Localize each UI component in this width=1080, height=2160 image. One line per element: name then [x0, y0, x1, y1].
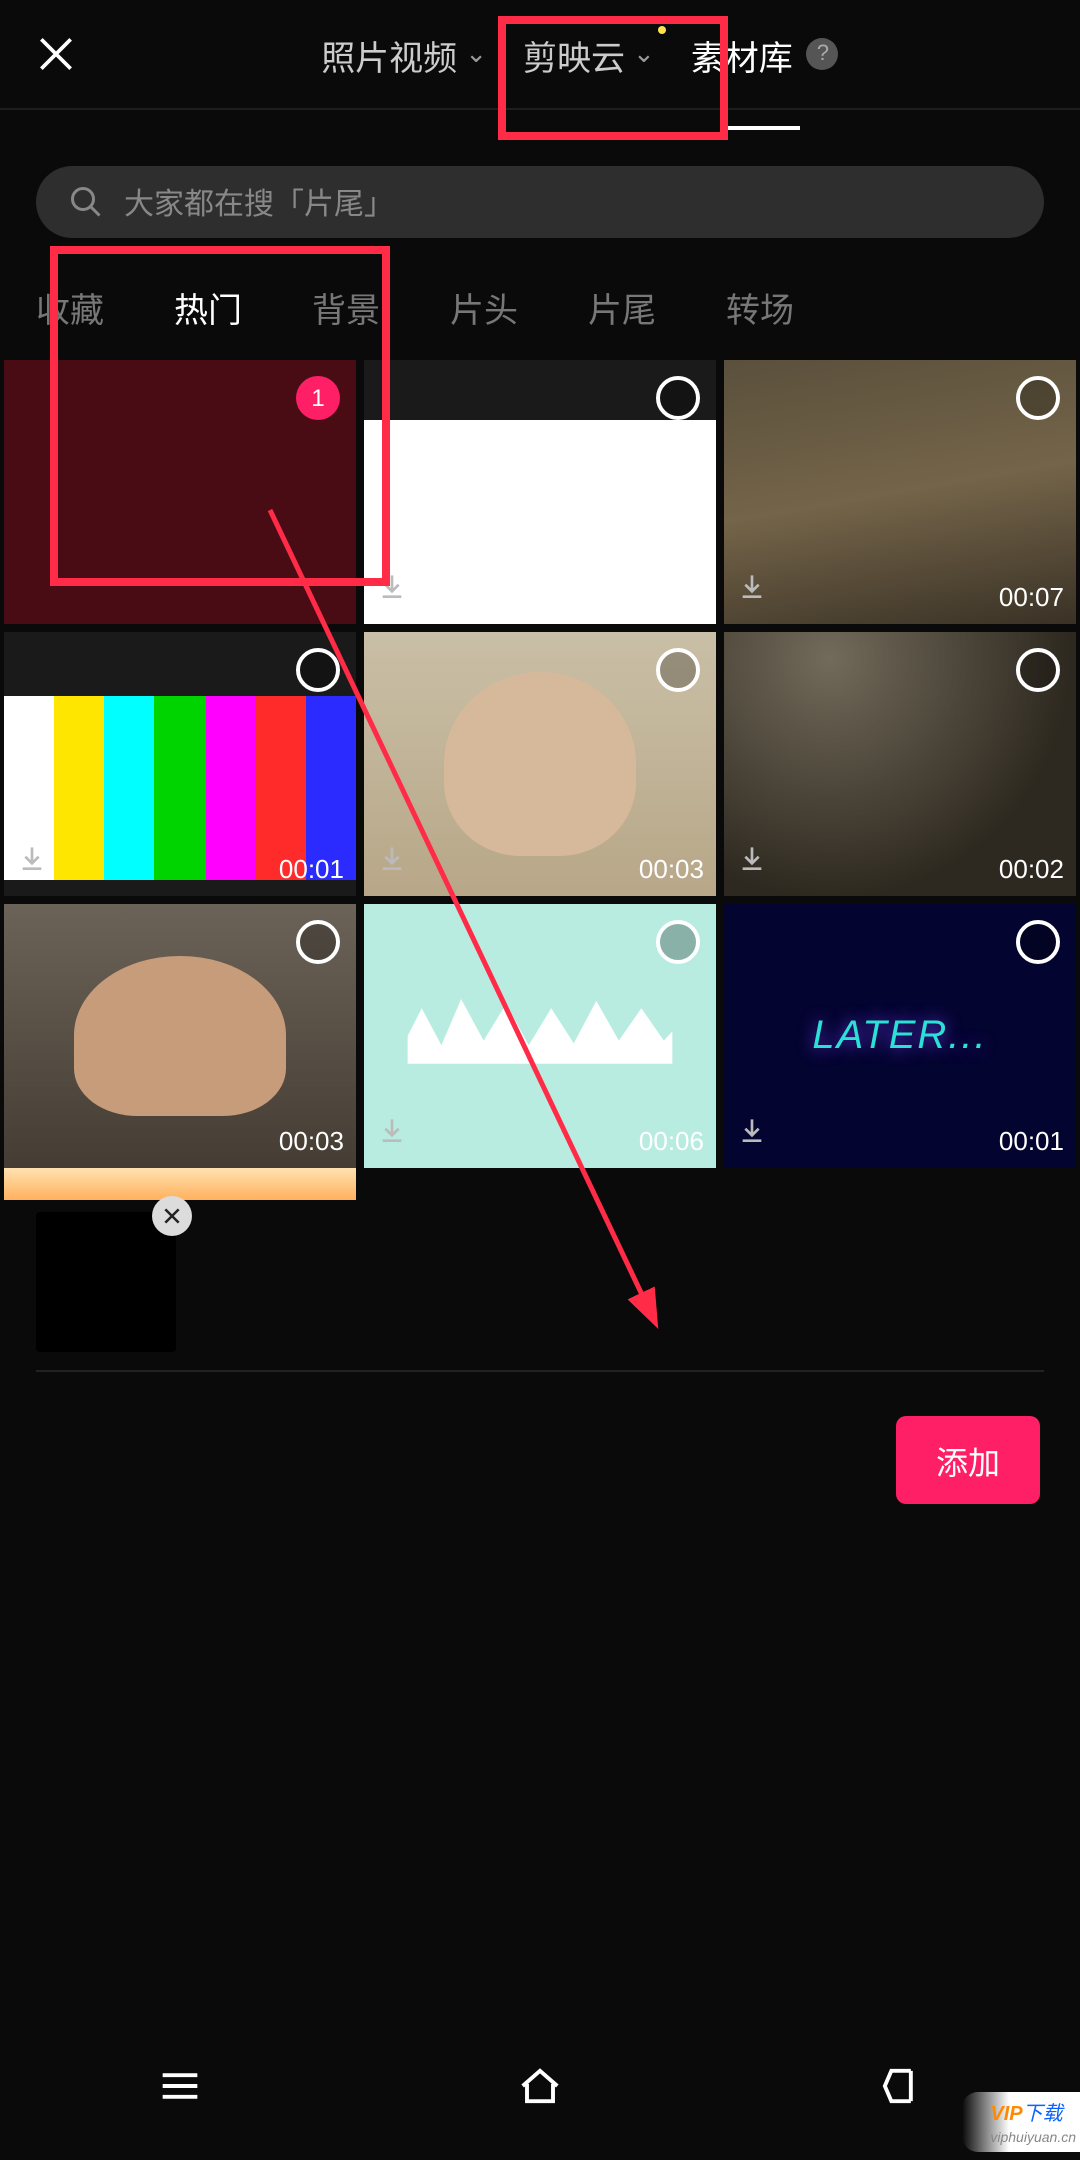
download-icon	[16, 842, 48, 884]
nav-home-button[interactable]	[514, 2059, 566, 2121]
close-button[interactable]	[16, 14, 96, 94]
duration-label: 00:03	[279, 1126, 344, 1156]
material-tile[interactable]: 00:01	[4, 632, 356, 896]
duration-label: 00:01	[279, 854, 344, 884]
download-icon	[376, 1114, 408, 1156]
search-icon	[68, 184, 104, 220]
close-icon	[34, 32, 78, 76]
tray-item[interactable]	[36, 1212, 176, 1352]
download-icon	[736, 1114, 768, 1156]
chevron-down-icon: ⌄	[465, 38, 487, 70]
material-tile[interactable]: 00:03	[364, 632, 716, 896]
nav-back-button[interactable]	[874, 2059, 926, 2121]
close-icon	[162, 1206, 182, 1226]
download-icon	[376, 570, 408, 612]
material-tile[interactable]: 00:03	[4, 904, 356, 1168]
selection-circle[interactable]	[296, 920, 340, 964]
tab-label: 素材库	[691, 29, 793, 79]
download-icon	[736, 570, 768, 612]
home-icon	[514, 2059, 566, 2111]
nav-menu-button[interactable]	[154, 2059, 206, 2121]
cat-intro[interactable]: 片头	[450, 282, 518, 332]
tab-photos-videos[interactable]: 照片视频 ⌄	[321, 29, 487, 79]
add-button[interactable]: 添加	[896, 1416, 1040, 1504]
cat-background[interactable]: 背景	[312, 282, 380, 332]
help-icon[interactable]: ?	[807, 38, 839, 70]
action-bar: 添加	[0, 1372, 1080, 1504]
duration-label: 00:06	[639, 1126, 704, 1156]
remove-selection-button[interactable]	[152, 1196, 192, 1236]
selection-tray	[36, 1212, 1044, 1372]
material-tile[interactable]	[4, 1168, 356, 1200]
material-tile[interactable]: 00:07	[724, 360, 1076, 624]
tab-jianying-cloud[interactable]: 剪映云 ⌄	[523, 29, 655, 79]
active-tab-underline	[729, 125, 801, 129]
selection-circle[interactable]	[1016, 648, 1060, 692]
material-tile[interactable]: 00:06	[364, 904, 716, 1168]
material-tile[interactable]: 00:02	[724, 632, 1076, 896]
cat-outro[interactable]: 片尾	[588, 282, 656, 332]
selection-circle[interactable]	[1016, 920, 1060, 964]
material-tile[interactable]: 1	[4, 360, 356, 624]
system-nav-bar	[0, 2060, 1080, 2120]
selection-circle[interactable]	[656, 920, 700, 964]
topbar: 照片视频 ⌄ 剪映云 ⌄ 素材库 ?	[0, 0, 1080, 110]
selection-badge[interactable]: 1	[296, 376, 340, 420]
material-tile[interactable]: LATER... 00:01	[724, 904, 1076, 1168]
thumbnail	[4, 1168, 356, 1200]
back-icon	[874, 2059, 926, 2111]
tab-material-library[interactable]: 素材库 ?	[691, 29, 839, 79]
download-icon	[376, 842, 408, 884]
duration-label: 00:07	[999, 582, 1064, 612]
chevron-down-icon: ⌄	[633, 38, 655, 70]
material-grid: 1 00:07 00:01 00:03 00:02 00:03	[0, 360, 1080, 1168]
watermark: VIP下载 viphuiyuan.cn	[962, 2092, 1080, 2152]
cat-hot[interactable]: 热门	[174, 282, 242, 332]
notification-dot-icon	[659, 25, 667, 33]
category-tabs: 收藏 热门 背景 片头 片尾 转场	[0, 238, 1080, 360]
search-placeholder: 大家都在搜「片尾」	[124, 181, 394, 223]
selection-circle[interactable]	[296, 648, 340, 692]
cat-transition[interactable]: 转场	[726, 282, 794, 332]
tab-label: 剪映云	[523, 29, 625, 79]
tab-label: 照片视频	[321, 29, 457, 79]
duration-label: 00:02	[999, 854, 1064, 884]
selection-circle[interactable]	[656, 376, 700, 420]
download-icon	[736, 842, 768, 884]
duration-label: 00:03	[639, 854, 704, 884]
selection-circle[interactable]	[1016, 376, 1060, 420]
cat-favorites[interactable]: 收藏	[36, 282, 104, 332]
material-grid-nextrow	[0, 1168, 1080, 1200]
selection-circle[interactable]	[656, 648, 700, 692]
search-input[interactable]: 大家都在搜「片尾」	[36, 166, 1044, 238]
duration-label: 00:01	[999, 1126, 1064, 1156]
topbar-tabs: 照片视频 ⌄ 剪映云 ⌄ 素材库 ?	[96, 29, 1064, 79]
menu-icon	[154, 2059, 206, 2111]
material-tile[interactable]	[364, 360, 716, 624]
